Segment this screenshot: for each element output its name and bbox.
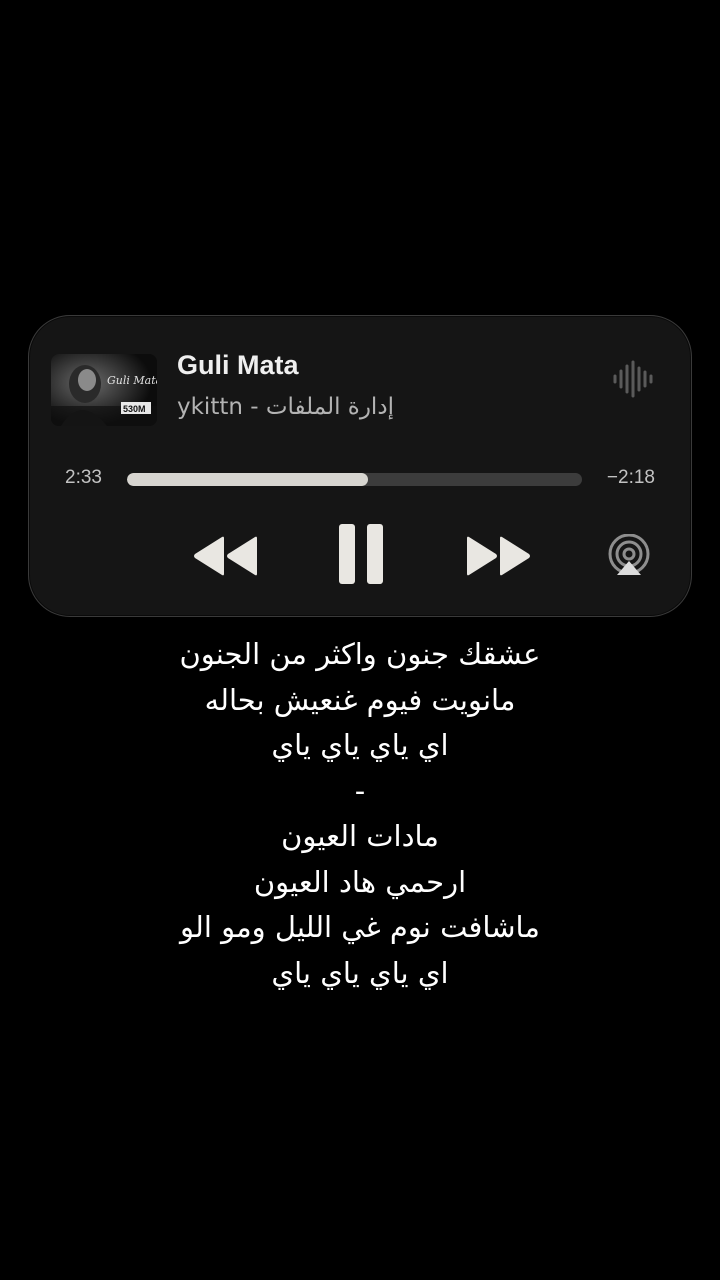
progress-fill — [127, 473, 369, 486]
progress-bar[interactable] — [127, 473, 582, 486]
lyric-line: مانويت فيوم غنعيش بحاله — [204, 682, 516, 717]
track-artist[interactable]: ykittn - إدارة الملفات — [177, 394, 394, 420]
airplay-button[interactable] — [607, 534, 651, 576]
lyrics-text: عشقك جنون واكثر من الجنون مانويت فيوم غن… — [0, 632, 720, 996]
artwork-badge-text: 530M — [123, 404, 146, 414]
lyric-line: ارحمي هاد العيون — [253, 864, 467, 899]
waveform-icon — [613, 360, 653, 398]
album-artwork[interactable]: Guli Mata 530M — [51, 354, 157, 426]
lyric-line: ماشافت نوم غي الليل ومو الو — [180, 910, 540, 944]
lyric-line: مادات العيون — [281, 819, 439, 853]
remaining-time: −2:18 — [606, 467, 655, 488]
now-playing-widget: Guli Mata 530M Guli Mata ykittn - إدارة … — [28, 315, 692, 617]
lyric-separator: - — [354, 773, 366, 808]
track-title[interactable]: Guli Mata — [177, 350, 299, 381]
rewind-button[interactable] — [191, 534, 261, 578]
artwork-title-text: Guli Mata — [107, 374, 157, 387]
screen: Guli Mata 530M Guli Mata ykittn - إدارة … — [0, 0, 720, 1280]
forward-button[interactable] — [463, 534, 533, 578]
elapsed-time: 2:33 — [65, 467, 102, 488]
airplay-icon — [608, 534, 650, 575]
pause-icon — [339, 524, 383, 584]
fast-forward-icon — [467, 536, 530, 576]
lyric-line: اي ياي ياي ياي — [271, 728, 449, 762]
rewind-icon — [194, 536, 257, 576]
lyric-line: اي ياي ياي ياي — [271, 955, 449, 990]
lyric-line: عشقك جنون واكثر من الجنون — [179, 637, 541, 671]
pause-button[interactable] — [337, 522, 385, 586]
artwork-image: Guli Mata 530M — [51, 354, 157, 426]
